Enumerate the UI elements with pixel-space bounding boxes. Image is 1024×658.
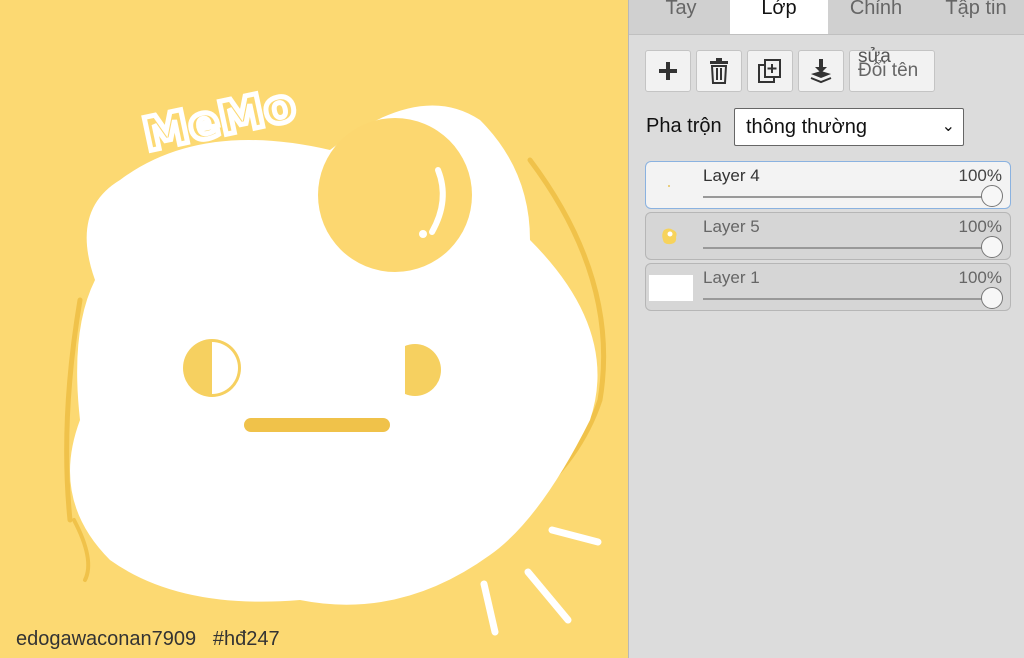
layer-thumbnail — [649, 224, 693, 250]
layer-name: Layer 5 — [703, 217, 760, 236]
tab-tap-tin[interactable]: Tập tin — [936, 0, 1016, 34]
layer-opacity: 100% — [958, 217, 1002, 236]
panel-tabs: Tay Lớp Chỉnh Tập tin — [629, 0, 1024, 35]
caption-user: edogawaconan7909 — [16, 628, 197, 650]
plus-icon — [659, 62, 677, 80]
layer-thumbnail — [649, 173, 693, 199]
tab-tay[interactable]: Tay — [651, 0, 711, 34]
caption-tag: #hđ247 — [212, 628, 280, 650]
layer-opacity: 100% — [958, 166, 1002, 185]
layer-item-layer-4[interactable]: Layer 4 100% — [645, 161, 1011, 209]
add-layer-button[interactable] — [645, 50, 691, 92]
chevron-down-icon: ⌄ — [941, 118, 955, 135]
rename-label: Đổi tên — [858, 60, 919, 81]
tab-lop[interactable]: Lớp — [730, 0, 828, 34]
blend-mode-value: thông thường — [746, 116, 868, 138]
rename-layer-button[interactable]: sửa Đổi tên — [849, 46, 935, 92]
tab-chinh[interactable]: Chỉnh — [841, 0, 911, 34]
layer-name: Layer 4 — [703, 166, 760, 185]
blend-mode-label: Pha trộn — [646, 115, 722, 137]
opacity-slider-handle[interactable] — [981, 236, 1003, 258]
drawing-canvas[interactable]: MeMo edogawaconan7909 #hđ247 — [0, 0, 628, 658]
blend-mode-select[interactable]: thông thường ⌄ — [734, 108, 964, 146]
layer-item-layer-5[interactable]: Layer 5 100% — [645, 212, 1011, 260]
opacity-slider-handle[interactable] — [981, 287, 1003, 309]
side-panel: Tay Lớp Chỉnh Tập tin sửa Đổi tên Pha tr… — [628, 0, 1024, 658]
canvas-caption: edogawaconan7909 #hđ247 — [16, 628, 280, 651]
layer-thumbnail — [649, 275, 693, 301]
canvas-artwork: MeMo — [64, 74, 607, 636]
merge-down-icon — [810, 59, 832, 84]
opacity-slider-track[interactable] — [703, 247, 993, 249]
duplicate-layer-button[interactable] — [747, 50, 793, 92]
trash-icon — [710, 58, 728, 84]
layer-opacity: 100% — [958, 268, 1002, 287]
opacity-slider-track[interactable] — [703, 298, 993, 300]
duplicate-layer-icon — [758, 59, 781, 83]
delete-layer-button[interactable] — [696, 50, 742, 92]
merge-down-button[interactable] — [798, 50, 844, 92]
opacity-slider-track[interactable] — [703, 196, 993, 198]
opacity-slider-handle[interactable] — [981, 185, 1003, 207]
layer-item-layer-1[interactable]: Layer 1 100% — [645, 263, 1011, 311]
layer-name: Layer 1 — [703, 268, 760, 287]
